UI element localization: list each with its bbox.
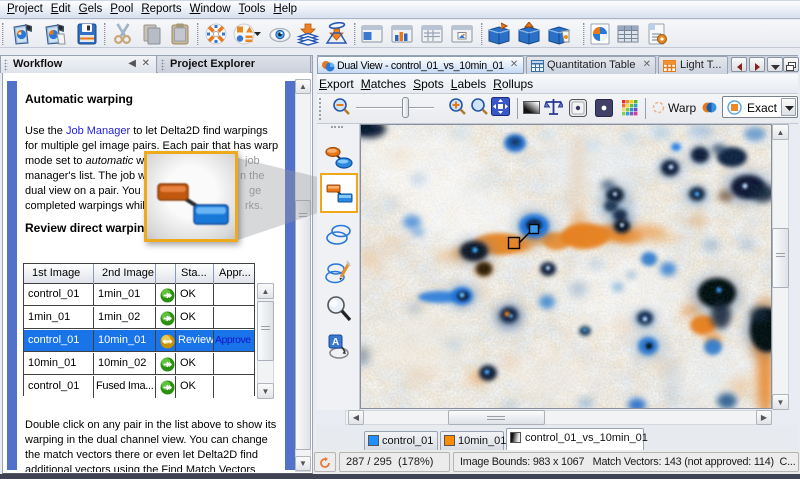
svg-text:A: A [332, 337, 339, 348]
